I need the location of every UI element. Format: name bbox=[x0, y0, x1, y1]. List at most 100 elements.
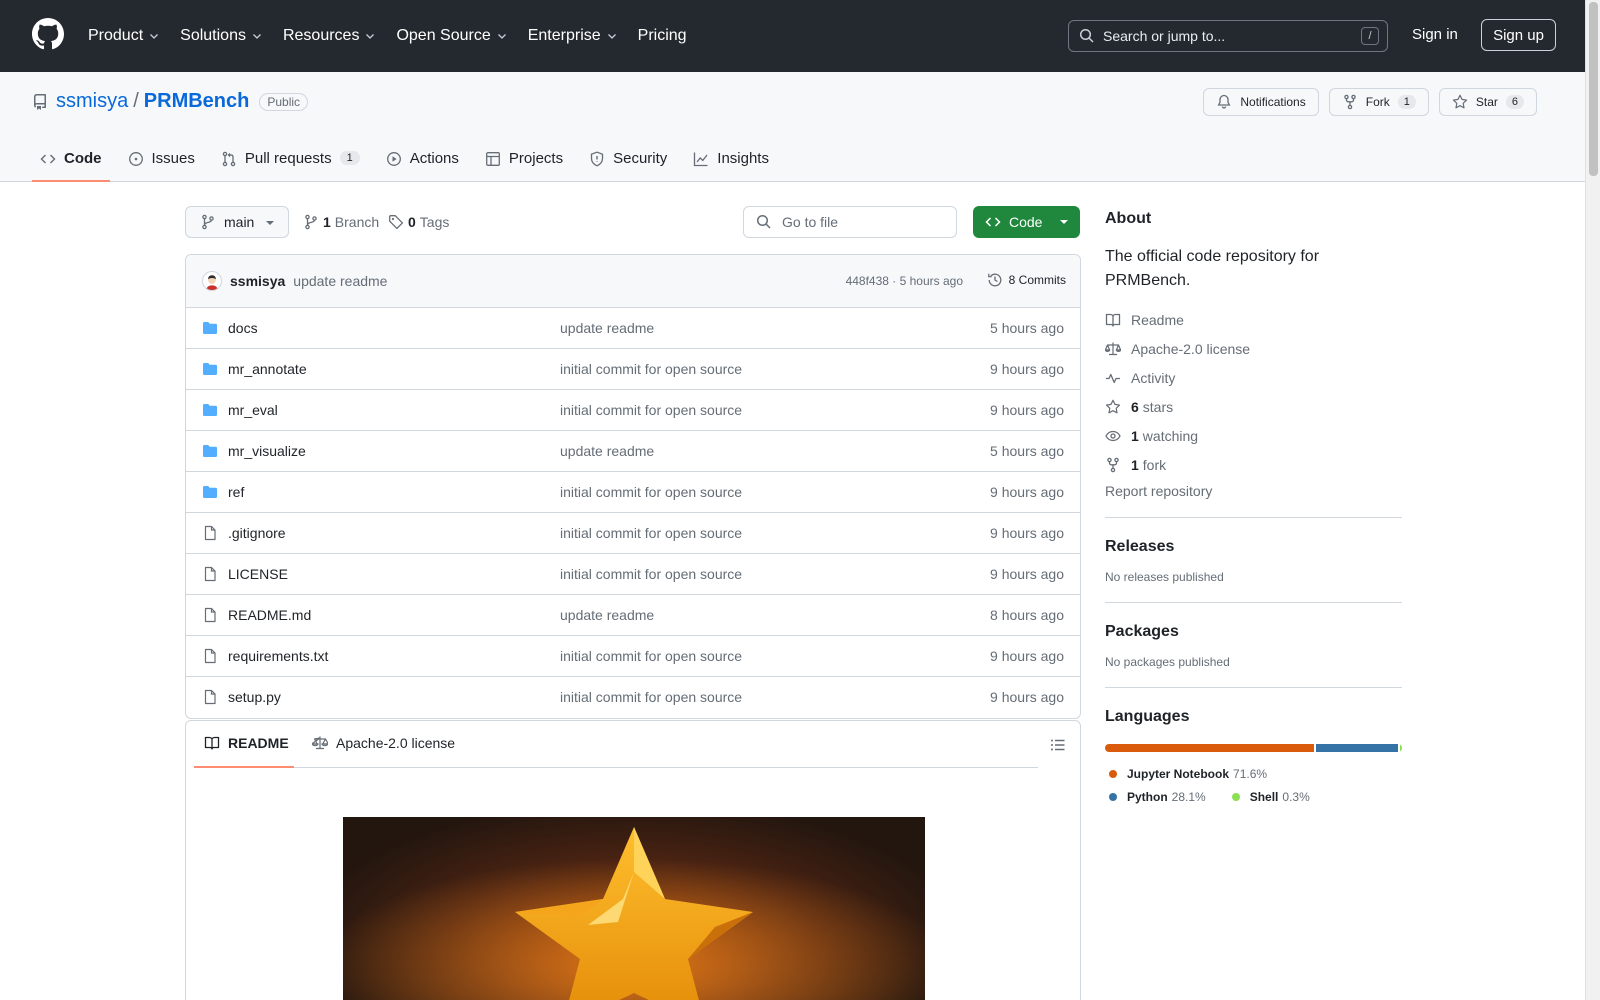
file-commit-message-link[interactable]: initial commit for open source bbox=[560, 648, 742, 664]
tab-issues[interactable]: Issues bbox=[120, 142, 203, 182]
language-bar-segment bbox=[1400, 744, 1402, 752]
language-name: Python bbox=[1127, 789, 1168, 804]
nav-resources[interactable]: Resources bbox=[283, 24, 376, 48]
file-name-link[interactable]: LICENSE bbox=[228, 566, 288, 582]
caret-down-icon bbox=[266, 221, 274, 225]
list-outline-icon[interactable] bbox=[1050, 737, 1066, 753]
tab-license[interactable]: Apache-2.0 license bbox=[312, 735, 455, 751]
nav-enterprise[interactable]: Enterprise bbox=[528, 24, 618, 48]
commit-hash-time[interactable]: 448f438 · 5 hours ago bbox=[846, 274, 963, 288]
tab-readme[interactable]: README bbox=[204, 735, 289, 751]
page-scrollbar[interactable] bbox=[1585, 0, 1600, 1000]
star-label: Star bbox=[1475, 95, 1498, 109]
tab-security[interactable]: Security bbox=[581, 142, 675, 182]
file-commit-message-link[interactable]: update readme bbox=[560, 607, 654, 623]
repo-owner-link[interactable]: ssmisya bbox=[56, 90, 128, 113]
file-row[interactable]: mr_eval initial commit for open source 9 h… bbox=[186, 390, 1080, 431]
file-name-link[interactable]: requirements.txt bbox=[228, 648, 328, 664]
language-percent: 0.3% bbox=[1282, 789, 1310, 804]
about-link-book[interactable]: Readme bbox=[1105, 305, 1402, 334]
tags-link[interactable]: 0 Tags bbox=[388, 214, 449, 230]
fork-button[interactable]: Fork 1 bbox=[1328, 88, 1429, 116]
code-download-button[interactable]: Code bbox=[973, 206, 1080, 238]
file-commit-time: 5 hours ago bbox=[990, 320, 1064, 336]
file-row[interactable]: ref initial commit for open source 9 hours… bbox=[186, 472, 1080, 513]
file-name-link[interactable]: README.md bbox=[228, 607, 311, 623]
releases-heading[interactable]: Releases bbox=[1105, 538, 1402, 556]
tag-count-label: Tags bbox=[419, 214, 450, 230]
nav-open-source[interactable]: Open Source bbox=[396, 24, 507, 48]
commits-history-link[interactable]: 8 Commits bbox=[987, 272, 1066, 288]
file-row[interactable]: docs update readme 5 hours ago bbox=[186, 308, 1080, 349]
file-name-link[interactable]: mr_eval bbox=[228, 402, 278, 418]
about-link-label: Readme bbox=[1131, 311, 1184, 328]
tab-code[interactable]: Code bbox=[32, 142, 110, 182]
report-repository-link[interactable]: Report repository bbox=[1105, 483, 1402, 499]
language-item[interactable]: Jupyter Notebook 71.6% bbox=[1105, 762, 1267, 785]
branch-count: 1 bbox=[323, 214, 331, 230]
branches-link[interactable]: 1 Branch bbox=[303, 214, 379, 230]
language-color-dot bbox=[1231, 792, 1240, 801]
repo-actions: Notifications Fork 1 Star 6 bbox=[1203, 88, 1537, 116]
file-row[interactable]: .gitignore initial commit for open source… bbox=[186, 513, 1080, 554]
nav-solutions[interactable]: Solutions bbox=[180, 24, 263, 48]
about-link-law[interactable]: Apache-2.0 license bbox=[1105, 334, 1402, 363]
search-input[interactable]: Search or jump to... / bbox=[1068, 20, 1388, 52]
packages-heading[interactable]: Packages bbox=[1105, 623, 1402, 641]
star-button[interactable]: Star 6 bbox=[1438, 88, 1537, 116]
file-row[interactable]: mr_visualize update readme 5 hours ago bbox=[186, 431, 1080, 472]
chevron-down-icon bbox=[150, 34, 159, 39]
repo-header: ssmisya / PRMBench Public Notifications … bbox=[0, 72, 1585, 182]
branch-selector[interactable]: main bbox=[185, 206, 289, 238]
github-logo-icon[interactable] bbox=[32, 18, 64, 50]
file-commit-message-link[interactable]: initial commit for open source bbox=[560, 361, 742, 377]
commit-message-link[interactable]: update readme bbox=[293, 273, 387, 289]
about-link-eye[interactable]: 1 watching bbox=[1105, 421, 1402, 450]
file-name-link[interactable]: setup.py bbox=[228, 689, 281, 705]
tab-pull-requests[interactable]: Pull requests 1 bbox=[213, 142, 368, 182]
file-icon bbox=[204, 566, 216, 582]
nav-product[interactable]: Product bbox=[88, 24, 160, 48]
tab-projects[interactable]: Projects bbox=[477, 142, 571, 182]
file-row[interactable]: requirements.txt initial commit for open … bbox=[186, 636, 1080, 677]
file-name-link[interactable]: mr_annotate bbox=[228, 361, 307, 377]
file-commit-time: 9 hours ago bbox=[990, 689, 1064, 705]
go-to-file-input[interactable]: Go to file bbox=[743, 206, 957, 238]
notifications-button[interactable]: Notifications bbox=[1203, 88, 1319, 116]
visibility-badge: Public bbox=[259, 92, 309, 111]
file-commit-message-link[interactable]: initial commit for open source bbox=[560, 484, 742, 500]
file-toolbar: main 1 Branch 0 Tags Go to file Code bbox=[185, 206, 1081, 238]
tab-actions[interactable]: Actions bbox=[378, 142, 467, 182]
language-percent: 28.1% bbox=[1171, 789, 1206, 804]
file-row[interactable]: README.md update readme 8 hours ago bbox=[186, 595, 1080, 636]
about-link-star[interactable]: 6 stars bbox=[1105, 392, 1402, 421]
sign-in-link[interactable]: Sign in bbox=[1412, 26, 1458, 43]
tab-insights[interactable]: Insights bbox=[685, 142, 777, 182]
file-commit-message-link[interactable]: initial commit for open source bbox=[560, 402, 742, 418]
file-row[interactable]: mr_annotate initial commit for open sourc… bbox=[186, 349, 1080, 390]
file-row[interactable]: LICENSE initial commit for open source 9 h… bbox=[186, 554, 1080, 595]
file-name-link[interactable]: mr_visualize bbox=[228, 443, 306, 459]
file-commit-message-link[interactable]: update readme bbox=[560, 320, 654, 336]
file-commit-message-link[interactable]: initial commit for open source bbox=[560, 525, 742, 541]
file-name-link[interactable]: ref bbox=[228, 484, 244, 500]
file-row[interactable]: setup.py initial commit for open source 9 … bbox=[186, 677, 1080, 718]
file-name-link[interactable]: docs bbox=[228, 320, 258, 336]
sign-up-button[interactable]: Sign up bbox=[1481, 19, 1556, 51]
commit-author-link[interactable]: ssmisya bbox=[230, 273, 285, 289]
file-name-link[interactable]: .gitignore bbox=[228, 525, 286, 541]
about-link-pulse[interactable]: Activity bbox=[1105, 363, 1402, 392]
nav-pricing[interactable]: Pricing bbox=[638, 24, 687, 48]
readme-tabs: README Apache-2.0 license bbox=[194, 721, 1038, 768]
language-item[interactable]: Shell 0.3% bbox=[1228, 785, 1310, 808]
avatar[interactable] bbox=[202, 271, 222, 291]
language-item[interactable]: Python 28.1% bbox=[1105, 785, 1206, 808]
issue-icon bbox=[128, 152, 143, 166]
scrollbar-thumb[interactable] bbox=[1589, 2, 1598, 176]
file-commit-message-link[interactable]: initial commit for open source bbox=[560, 689, 742, 705]
notifications-label: Notifications bbox=[1240, 95, 1306, 109]
file-commit-message-link[interactable]: update readme bbox=[560, 443, 654, 459]
file-commit-message-link[interactable]: initial commit for open source bbox=[560, 566, 742, 582]
repo-name-link[interactable]: PRMBench bbox=[144, 90, 250, 113]
about-link-fork[interactable]: 1 fork bbox=[1105, 450, 1402, 479]
